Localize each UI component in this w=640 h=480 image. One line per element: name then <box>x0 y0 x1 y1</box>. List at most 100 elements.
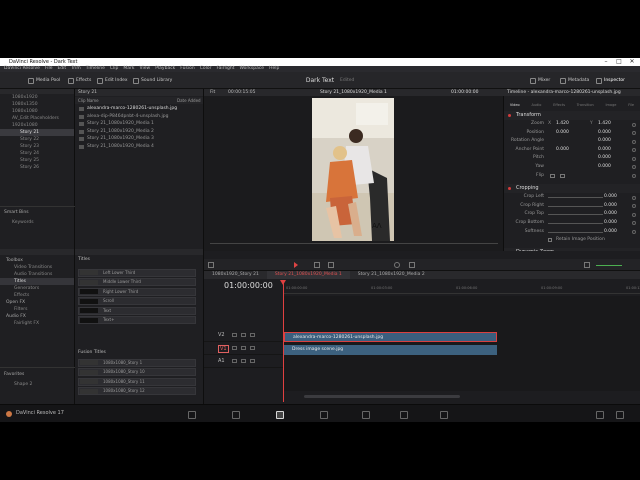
yaw-value[interactable]: 0.000 <box>598 163 611 172</box>
keyframe-icon[interactable] <box>632 156 636 161</box>
crop-right-value[interactable]: 0.000 <box>604 202 617 211</box>
zoom-dropdown[interactable]: Fit <box>210 89 215 96</box>
clip-v1[interactable]: Dress image scene.jpg <box>284 345 497 355</box>
position-y-value[interactable]: 0.000 <box>598 129 611 138</box>
bin-item[interactable]: Story 21 <box>0 129 74 136</box>
effects-category-item[interactable]: Effects <box>0 292 74 299</box>
keyframe-icon[interactable] <box>632 221 636 226</box>
timeline-scrollbar[interactable] <box>304 395 460 398</box>
deliver-page-icon[interactable] <box>440 411 448 419</box>
transform-section[interactable]: Transform <box>504 111 640 120</box>
title-template[interactable]: Text+ <box>78 316 196 324</box>
bin-item[interactable]: Story 25 <box>0 157 74 164</box>
cropping-section[interactable]: Cropping <box>504 184 640 194</box>
effects-category-item[interactable]: Audio FX <box>0 313 74 320</box>
mute-icon[interactable] <box>250 333 255 337</box>
keyframe-icon[interactable] <box>632 165 636 170</box>
title-template[interactable]: Left Lower Third <box>78 268 196 277</box>
crop-top-slider[interactable] <box>548 214 603 216</box>
col-date-added[interactable]: Date Added <box>177 97 201 104</box>
timeline-tab[interactable]: Story 21_1080x1920_Media 1 <box>266 271 350 279</box>
effects-category-item[interactable]: Video Transitions <box>0 264 74 271</box>
timeline-tab[interactable]: Story 21_1080x1920_Media 2 <box>350 271 433 279</box>
close-button[interactable]: ✕ <box>626 58 638 66</box>
bin-item[interactable]: 1080x1080 <box>0 108 74 115</box>
inspector-tab-effects[interactable]: Effects <box>553 103 565 108</box>
snapping-icon[interactable] <box>394 262 400 268</box>
bin-item[interactable]: Story 23 <box>0 143 74 150</box>
softness-value[interactable]: 0.000 <box>604 228 617 237</box>
keyframe-icon[interactable] <box>632 148 636 153</box>
clip-v2[interactable]: alexandra-marco-1280261-unsplash.jpg <box>284 332 497 342</box>
effects-category-item[interactable]: Audio Transitions <box>0 271 74 278</box>
fairlight-page-icon[interactable] <box>400 411 408 419</box>
minimize-button[interactable]: – <box>600 58 612 66</box>
track-id[interactable]: A1 <box>218 358 225 364</box>
timeline-tab[interactable]: 1080x1920_Story 21 <box>204 271 267 279</box>
crop-left-value[interactable]: 0.000 <box>604 193 617 202</box>
playhead-handle[interactable] <box>280 280 286 285</box>
media-pool-button[interactable]: Media Pool <box>28 76 60 85</box>
fusion-title-template[interactable]: 1080x1080_Story 11 <box>78 377 196 386</box>
title-template[interactable]: Right Lower Third <box>78 287 196 296</box>
effects-category-item[interactable]: Open FX <box>0 299 74 306</box>
inspector-tab-audio[interactable]: Audio <box>531 103 541 108</box>
track-id[interactable]: V2 <box>218 332 225 338</box>
flip-horizontal-icon[interactable] <box>550 173 555 178</box>
title-template[interactable]: Middle Lower Third <box>78 278 196 286</box>
keywords-bin[interactable]: Keywords <box>0 219 34 226</box>
sound-library-button[interactable]: Sound Library <box>133 76 172 85</box>
fusion-page-icon[interactable] <box>320 411 328 419</box>
keyframe-icon[interactable] <box>632 212 636 217</box>
effects-category-item[interactable]: Toolbox <box>0 257 74 264</box>
inspector-tab-image[interactable]: Image <box>605 103 616 108</box>
mute-icon[interactable] <box>250 359 255 363</box>
anchor-y-value[interactable]: 0.000 <box>598 146 611 155</box>
bin-item[interactable]: 1920x1080 <box>0 122 74 129</box>
effects-category-item[interactable]: Filters <box>0 306 74 313</box>
keyframe-icon[interactable] <box>632 204 636 209</box>
effects-button[interactable]: Effects <box>68 76 91 85</box>
blade-tool-icon[interactable] <box>328 262 334 268</box>
softness-slider[interactable] <box>548 231 603 233</box>
clip-item[interactable]: alexandra-marco-1280261-unsplash.jpg <box>75 105 203 113</box>
flip-vertical-icon[interactable] <box>560 173 565 178</box>
visibility-icon[interactable] <box>241 359 246 363</box>
bin-item[interactable]: Story 26 <box>0 164 74 171</box>
home-icon[interactable] <box>596 411 604 419</box>
settings-gear-icon[interactable] <box>616 411 624 419</box>
inspector-tab-video[interactable]: Video <box>510 103 520 108</box>
title-template[interactable]: Text <box>78 306 196 315</box>
fusion-title-template[interactable]: 1080x1080_Story 10 <box>78 368 196 376</box>
bin-item[interactable]: 1080x1920 <box>0 94 74 101</box>
crop-right-slider[interactable] <box>548 205 603 207</box>
keyframe-icon[interactable] <box>632 122 636 127</box>
col-clip-name[interactable]: Clip Name <box>78 97 99 104</box>
lock-icon[interactable] <box>232 333 237 337</box>
volume-icon[interactable] <box>584 262 590 268</box>
crop-left-slider[interactable] <box>548 197 603 199</box>
playhead[interactable] <box>283 280 284 402</box>
rotation-value[interactable]: 0.000 <box>598 137 611 146</box>
anchor-x-value[interactable]: 0.000 <box>556 146 569 155</box>
zoom-x-value[interactable]: 1.420 <box>556 120 569 129</box>
clip-item[interactable]: Story 21_1080x1920_Media 2 <box>75 128 203 136</box>
track-id[interactable]: V1 <box>218 345 229 353</box>
clip-item[interactable]: Story 21_1080x1920_Media 4 <box>75 143 203 151</box>
timeline-view-icon[interactable] <box>208 262 214 268</box>
inspector-tab-transition[interactable]: Transition <box>577 103 594 108</box>
inspector-tab-file[interactable]: File <box>628 103 634 108</box>
keyframe-icon[interactable] <box>632 139 636 144</box>
edit-page-icon[interactable] <box>276 411 284 419</box>
edit-index-button[interactable]: Edit Index <box>97 76 128 85</box>
bin-item[interactable]: Story 24 <box>0 150 74 157</box>
effects-category-item[interactable]: Fairlight FX <box>0 320 74 327</box>
title-template[interactable]: Scroll <box>78 297 196 305</box>
effects-category-item[interactable]: Generators <box>0 285 74 292</box>
color-page-icon[interactable] <box>362 411 370 419</box>
lock-icon[interactable] <box>232 359 237 363</box>
volume-slider[interactable] <box>596 265 622 266</box>
position-x-value[interactable]: 0.000 <box>556 129 569 138</box>
inspector-button[interactable]: Inspector <box>596 76 625 85</box>
keyframe-icon[interactable] <box>632 195 636 200</box>
